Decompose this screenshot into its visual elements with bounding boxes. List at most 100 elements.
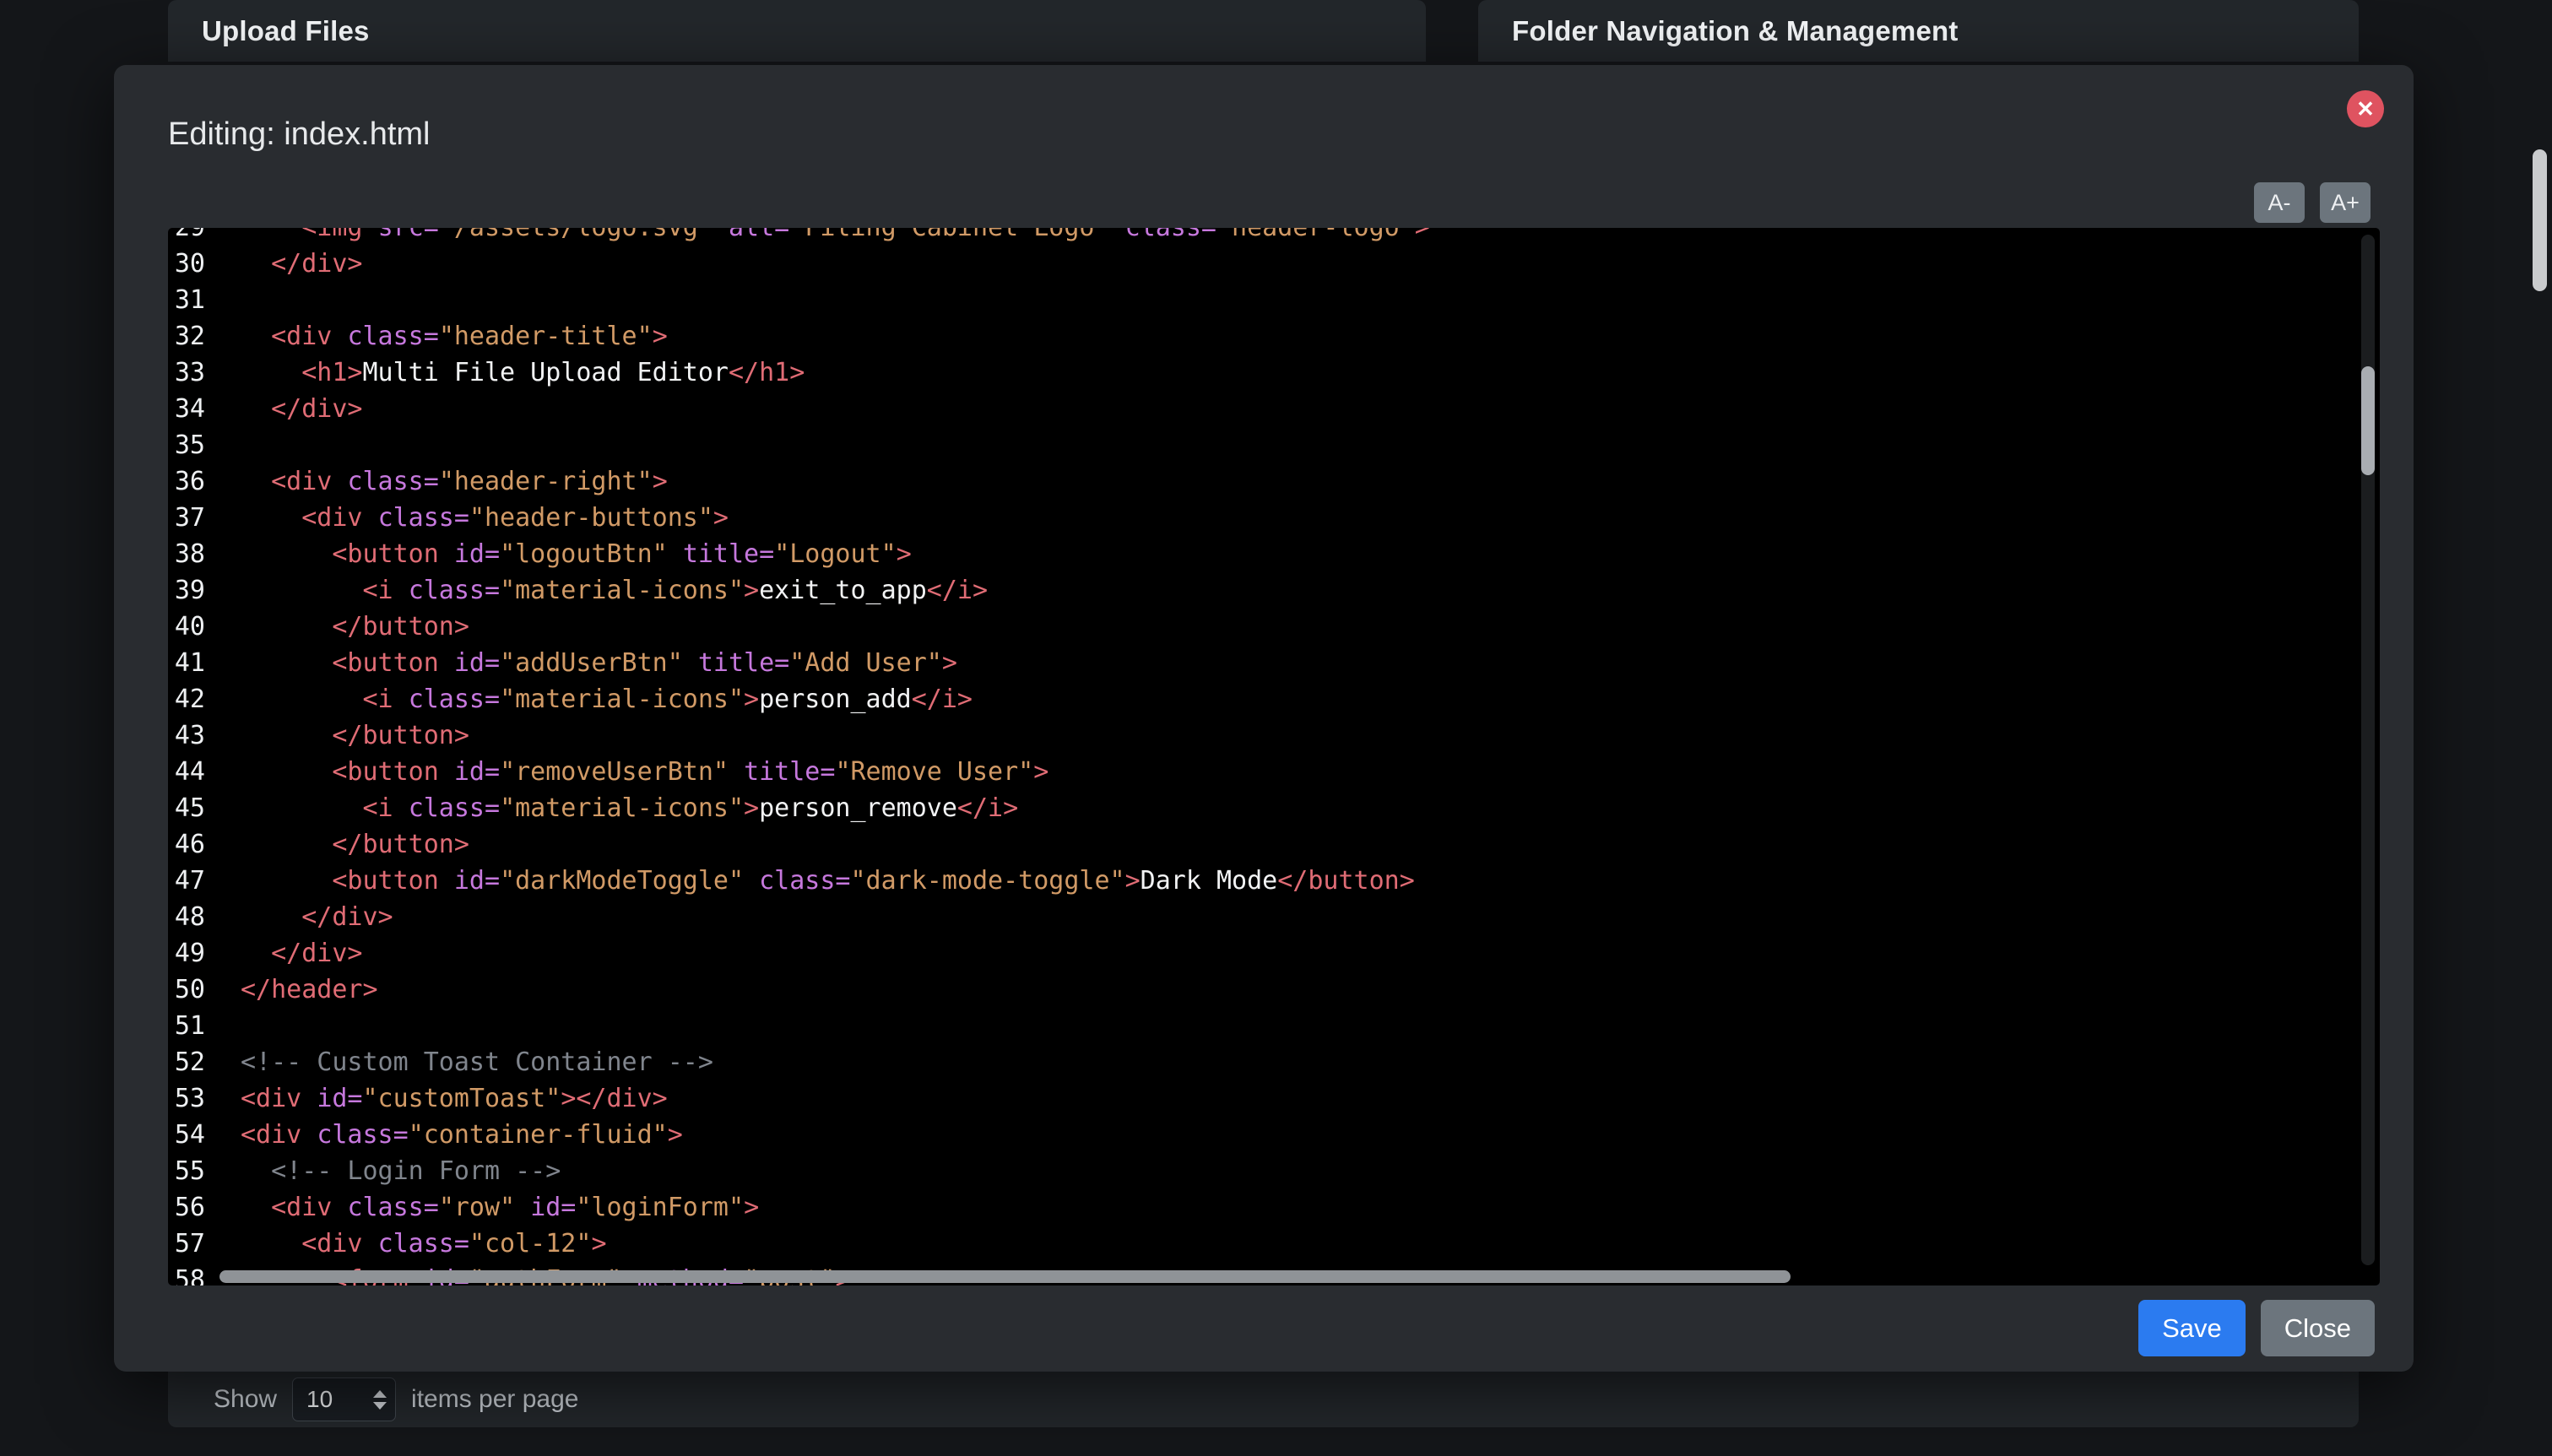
code-line: 40 </button> [168,609,2380,645]
line-number: 47 [168,863,205,899]
line-number: 56 [168,1189,205,1226]
font-increase-button[interactable]: A+ [2320,182,2370,223]
code-text: </button> [241,717,469,754]
line-number: 45 [168,790,205,826]
code-line: 48 </div> [168,899,2380,935]
line-number: 53 [168,1080,205,1117]
code-line: 43 </button> [168,717,2380,754]
line-number: 30 [168,246,205,282]
code-line: 54 <div class="container-fluid"> [168,1117,2380,1153]
select-arrows-icon [373,1390,387,1410]
app-screen: Upload Files Folder Navigation & Managem… [0,0,2552,1456]
line-number: 44 [168,754,205,790]
code-lines: 29 <img src="/assets/logo.svg" alt="Fili… [168,228,2380,1286]
items-per-page-select[interactable]: 10 [292,1378,396,1421]
edit-file-modal: Editing: index.html ✕ A- A+ 29 <img src=… [114,65,2414,1372]
code-editor[interactable]: 29 <img src="/assets/logo.svg" alt="Fili… [168,228,2380,1286]
pagination-bar: Show 10 items per page [168,1372,2359,1427]
code-line: 52<!-- Custom Toast Container --> [168,1044,2380,1080]
line-number: 33 [168,355,205,391]
code-line: 45 <i class="material-icons">person_remo… [168,790,2380,826]
line-number: 34 [168,391,205,427]
code-text: <div class="header-title"> [241,318,668,355]
code-line: 50 </header> [168,972,2380,1008]
close-icon: ✕ [2356,90,2375,127]
line-number: 39 [168,572,205,609]
line-number: 54 [168,1117,205,1153]
code-text: <i class="material-icons">person_remove<… [241,790,1018,826]
font-size-controls: A- A+ [2254,182,2370,223]
line-number: 57 [168,1226,205,1262]
code-line: 41 <button id="addUserBtn" title="Add Us… [168,645,2380,681]
code-line: 33 <h1>Multi File Upload Editor</h1> [168,355,2380,391]
line-number: 43 [168,717,205,754]
code-line: 42 <i class="material-icons">person_add<… [168,681,2380,717]
code-text: <div class="container-fluid"> [241,1117,683,1153]
line-number: 31 [168,282,205,318]
code-text: <i class="material-icons">exit_to_app</i… [241,572,988,609]
line-number: 49 [168,935,205,972]
code-line: 46 </button> [168,826,2380,863]
items-per-page-label: items per page [411,1385,578,1414]
code-line: 36 <div class="header-right"> [168,463,2380,500]
code-line: 31 [168,282,2380,318]
line-number: 46 [168,826,205,863]
line-number: 29 [168,228,205,246]
code-line: 47 <button id="darkModeToggle" class="da… [168,863,2380,899]
code-line: 49 </div> [168,935,2380,972]
code-line: 35 [168,427,2380,463]
items-per-page-value: 10 [306,1386,333,1413]
code-text: </div> [241,935,363,972]
close-modal-button[interactable]: ✕ [2347,90,2384,127]
modal-title: Editing: index.html [168,116,431,153]
code-text: </div> [241,246,363,282]
code-text: <div class="header-right"> [241,463,668,500]
code-line: 37 <div class="header-buttons"> [168,500,2380,536]
code-text: <div class="col-12"> [241,1226,607,1262]
line-number: 58 [168,1262,205,1286]
code-line: 29 <img src="/assets/logo.svg" alt="Fili… [168,228,2380,246]
folder-navigation-panel-header: Folder Navigation & Management [1478,0,2359,62]
code-text: </button> [241,609,469,645]
upload-files-panel-header: Upload Files [168,0,1426,62]
line-number: 50 [168,972,205,1008]
line-number: 37 [168,500,205,536]
page-scrollbar[interactable] [2533,149,2547,291]
line-number: 36 [168,463,205,500]
code-line: 38 <button id="logoutBtn" title="Logout"… [168,536,2380,572]
vertical-scrollbar[interactable] [2361,366,2375,475]
code-text: <button id="logoutBtn" title="Logout"> [241,536,912,572]
line-number: 41 [168,645,205,681]
code-text: <div class="row" id="loginForm"> [241,1189,759,1226]
close-button[interactable]: Close [2261,1300,2375,1356]
code-line: 44 <button id="removeUserBtn" title="Rem… [168,754,2380,790]
code-line: 39 <i class="material-icons">exit_to_app… [168,572,2380,609]
horizontal-scrollbar[interactable] [219,1270,1791,1283]
code-text: <!-- Custom Toast Container --> [241,1044,713,1080]
line-number: 40 [168,609,205,645]
code-line: 55 <!-- Login Form --> [168,1153,2380,1189]
code-line: 53<div id="customToast"></div> [168,1080,2380,1117]
code-text: </div> [241,899,393,935]
line-number: 32 [168,318,205,355]
line-number: 55 [168,1153,205,1189]
upload-files-title: Upload Files [202,15,370,47]
code-line: 34 </div> [168,391,2380,427]
code-line: 56 <div class="row" id="loginForm"> [168,1189,2380,1226]
code-text: <div class="header-buttons"> [241,500,729,536]
code-text: </div> [241,391,363,427]
code-text: <!-- Login Form --> [241,1153,561,1189]
line-number: 48 [168,899,205,935]
font-decrease-button[interactable]: A- [2254,182,2305,223]
code-text: <button id="addUserBtn" title="Add User"… [241,645,957,681]
code-text: </header> [241,972,378,1008]
modal-actions: Save Close [2138,1300,2375,1356]
save-button[interactable]: Save [2138,1300,2246,1356]
line-number: 42 [168,681,205,717]
code-line: 30 </div> [168,246,2380,282]
code-line: 57 <div class="col-12"> [168,1226,2380,1262]
code-line: 32 <div class="header-title"> [168,318,2380,355]
code-line: 51 [168,1008,2380,1044]
code-text: <button id="darkModeToggle" class="dark-… [241,863,1415,899]
code-text: <h1>Multi File Upload Editor</h1> [241,355,805,391]
